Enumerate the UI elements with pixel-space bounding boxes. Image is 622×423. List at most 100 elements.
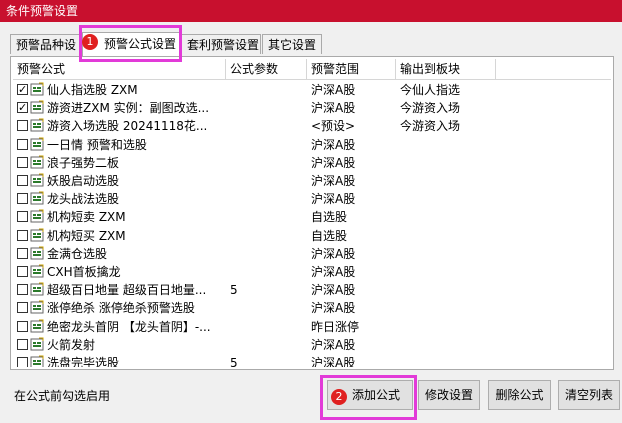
enable-checkbox[interactable] bbox=[17, 284, 28, 296]
table-row[interactable]: 龙头战法选股 沪深A股 bbox=[13, 190, 611, 208]
output-block bbox=[396, 281, 596, 299]
output-block bbox=[396, 154, 596, 172]
delete-formula-button[interactable]: 删除公式 bbox=[488, 380, 551, 410]
alert-range: 自选股 bbox=[311, 210, 348, 225]
table-header: 预警公式 公式参数 预警范围 输出到板块 bbox=[13, 59, 611, 80]
formula-icon bbox=[30, 228, 44, 242]
formula-name: 机构短买 ZXM bbox=[47, 228, 126, 243]
formula-icon bbox=[30, 173, 44, 187]
formula-params bbox=[226, 245, 306, 263]
alert-range: 沪深A股 bbox=[311, 265, 356, 279]
formula-params bbox=[226, 208, 306, 226]
formula-icon bbox=[30, 155, 44, 169]
enable-checkbox[interactable] bbox=[17, 138, 28, 150]
table-row[interactable]: 仙人指选股 ZXM 沪深A股 今仙人指选 bbox=[13, 81, 611, 99]
table-row[interactable]: 机构短买 ZXM 自选股 bbox=[13, 227, 611, 245]
formula-icon bbox=[30, 337, 44, 351]
table-row[interactable]: 绝密龙头首阴 【龙头首阴】-... 昨日涨停 bbox=[13, 318, 611, 336]
column-header-range[interactable]: 预警范围 bbox=[307, 59, 396, 79]
enable-checkbox[interactable] bbox=[17, 302, 28, 314]
enable-checkbox[interactable] bbox=[17, 99, 28, 117]
formula-name: 游资入场选股 20241118花... bbox=[47, 119, 208, 134]
enable-checkbox[interactable] bbox=[17, 175, 28, 186]
alert-range: 沪深A股 bbox=[311, 283, 356, 298]
formula-name: 火箭发射 bbox=[47, 337, 96, 352]
enable-checkbox[interactable] bbox=[17, 81, 28, 99]
output-block bbox=[396, 172, 596, 190]
alert-range: 沪深A股 bbox=[311, 356, 356, 367]
formula-params bbox=[226, 190, 306, 208]
modify-settings-button[interactable]: 修改设置 bbox=[418, 380, 480, 410]
alert-range: 自选股 bbox=[311, 228, 348, 243]
alert-range: 沪深A股 bbox=[311, 337, 356, 352]
formula-icon bbox=[30, 100, 44, 114]
annotation-badge-1: 1 bbox=[82, 34, 98, 50]
formula-params bbox=[226, 227, 306, 245]
alert-range: 沪深A股 bbox=[311, 301, 356, 316]
formula-icon bbox=[30, 246, 44, 260]
table-row[interactable]: 洗盘完毕选股 5 沪深A股 bbox=[13, 354, 611, 367]
window-title: 条件预警设置 bbox=[6, 4, 79, 18]
alert-range: 沪深A股 bbox=[311, 155, 356, 170]
output-block bbox=[396, 245, 596, 263]
alert-range: 沪深A股 bbox=[311, 192, 356, 207]
enable-checkbox[interactable] bbox=[17, 338, 28, 350]
table-row[interactable]: 游资入场选股 20241118花... <预设> 今游资入场 bbox=[13, 117, 611, 135]
column-header-formula[interactable]: 预警公式 bbox=[13, 59, 226, 79]
table-row[interactable]: 金满仓选股 沪深A股 bbox=[13, 245, 611, 263]
formula-params bbox=[226, 336, 306, 354]
formula-icon bbox=[30, 209, 44, 223]
window-title-bar: 条件预警设置 bbox=[0, 0, 622, 22]
formula-icon bbox=[30, 282, 44, 296]
formula-name: 机构短卖 ZXM bbox=[47, 210, 126, 225]
formula-panel: 预警公式 公式参数 预警范围 输出到板块 仙人指选股 ZXM 沪深A股 今仙人指选游… bbox=[10, 56, 614, 370]
formula-icon bbox=[30, 355, 44, 367]
formula-icon bbox=[30, 118, 44, 132]
clear-list-button[interactable]: 清空列表 bbox=[558, 380, 620, 410]
formula-params bbox=[226, 299, 306, 317]
formula-icon bbox=[30, 264, 44, 278]
enable-checkbox[interactable] bbox=[17, 193, 28, 205]
output-block: 今游资入场 bbox=[400, 101, 461, 116]
alert-range: 沪深A股 bbox=[311, 137, 356, 152]
tab-other[interactable]: 其它设置 bbox=[262, 34, 322, 54]
enable-checkbox[interactable] bbox=[17, 357, 28, 367]
table-row[interactable]: 浪子强势二板 沪深A股 bbox=[13, 154, 611, 172]
formula-name: 游资进ZXM 实例：副图改选... bbox=[47, 101, 210, 116]
output-block bbox=[396, 318, 596, 336]
alert-range: 昨日涨停 bbox=[311, 319, 360, 334]
formula-icon bbox=[30, 191, 44, 205]
formula-name: 仙人指选股 ZXM bbox=[47, 83, 138, 97]
tab-arbitrage[interactable]: 套利预警设置 bbox=[181, 34, 261, 54]
column-header-params[interactable]: 公式参数 bbox=[226, 59, 307, 79]
enable-checkbox[interactable] bbox=[17, 156, 28, 168]
output-block: 今仙人指选 bbox=[400, 83, 461, 97]
table-row[interactable]: 一日情 预警和选股 沪深A股 bbox=[13, 136, 611, 154]
formula-name: CXH首板擒龙 bbox=[47, 265, 121, 279]
alert-range: 沪深A股 bbox=[311, 83, 356, 97]
table-row[interactable]: 妖股启动选股 沪深A股 bbox=[13, 172, 611, 190]
table-row[interactable]: 机构短卖 ZXM 自选股 bbox=[13, 208, 611, 226]
formula-icon bbox=[30, 82, 44, 96]
column-header-output[interactable]: 输出到板块 bbox=[396, 59, 496, 79]
formula-name: 洗盘完毕选股 bbox=[47, 356, 120, 367]
enable-checkbox[interactable] bbox=[17, 320, 28, 332]
table-row[interactable]: 涨停绝杀 涨停绝杀预警选股 沪深A股 bbox=[13, 299, 611, 317]
output-block: 今游资入场 bbox=[400, 119, 461, 134]
enable-checkbox[interactable] bbox=[17, 229, 28, 241]
output-block bbox=[396, 354, 596, 367]
enable-checkbox[interactable] bbox=[17, 266, 28, 277]
enable-checkbox[interactable] bbox=[17, 211, 28, 223]
table-row[interactable]: CXH首板擒龙 沪深A股 bbox=[13, 263, 611, 281]
enable-checkbox[interactable] bbox=[17, 120, 28, 132]
table-row[interactable]: 火箭发射 沪深A股 bbox=[13, 336, 611, 354]
formula-name: 一日情 预警和选股 bbox=[47, 137, 147, 152]
table-row[interactable]: 超级百日地量 超级百日地量... 5 沪深A股 bbox=[13, 281, 611, 299]
alert-range: 沪深A股 bbox=[311, 246, 356, 261]
enable-checkbox[interactable] bbox=[17, 247, 28, 259]
table-row[interactable]: 游资进ZXM 实例：副图改选... 沪深A股 今游资入场 bbox=[13, 99, 611, 117]
formula-name: 金满仓选股 bbox=[47, 246, 108, 261]
formula-name: 超级百日地量 超级百日地量... bbox=[47, 283, 207, 298]
tab-variety[interactable]: 预警品种设 bbox=[10, 34, 80, 54]
formula-name: 浪子强势二板 bbox=[47, 155, 120, 170]
